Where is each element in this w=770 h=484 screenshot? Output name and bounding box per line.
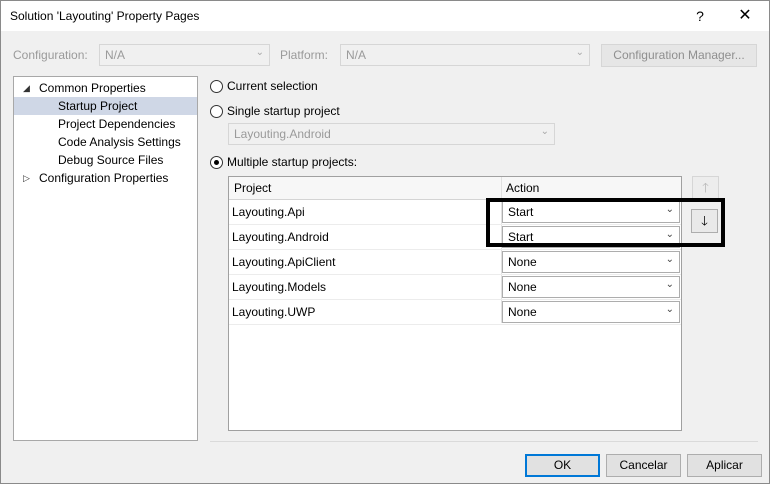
- action-select[interactable]: None ⌄: [502, 276, 680, 298]
- multiple-startup-radio[interactable]: [210, 156, 223, 169]
- expanded-arrow-icon[interactable]: ◢: [23, 79, 30, 97]
- tree-item-common-properties[interactable]: ◢ Common Properties: [14, 79, 197, 97]
- apply-button[interactable]: Aplicar: [687, 454, 762, 477]
- highlight-annotation-box: [486, 198, 725, 247]
- single-startup-value: Layouting.Android: [234, 127, 331, 141]
- action-select[interactable]: None ⌄: [502, 301, 680, 323]
- project-name: Layouting.ApiClient: [232, 255, 336, 269]
- category-tree: ◢ Common Properties Startup Project Proj…: [13, 76, 198, 441]
- column-header-project: Project: [234, 181, 272, 195]
- window-title: Solution 'Layouting' Property Pages: [10, 9, 200, 23]
- project-name: Layouting.Api: [232, 205, 305, 219]
- platform-label: Platform:: [280, 48, 329, 62]
- title-bar: Solution 'Layouting' Property Pages ? ✕: [1, 1, 769, 31]
- tree-item-debug-source-files[interactable]: Debug Source Files: [14, 151, 197, 169]
- action-value: None: [508, 280, 537, 294]
- help-icon[interactable]: ?: [686, 5, 714, 27]
- tree-item-label: Project Dependencies: [58, 117, 176, 131]
- configuration-value: N/A: [105, 48, 126, 62]
- tree-item-label: Debug Source Files: [58, 153, 164, 167]
- collapsed-arrow-icon[interactable]: ▷: [23, 169, 30, 187]
- configuration-label: Configuration:: [13, 48, 88, 62]
- move-up-button[interactable]: 🡑: [692, 176, 719, 200]
- chevron-down-icon: ⌄: [540, 126, 549, 137]
- footer-divider: [210, 441, 758, 442]
- single-startup-select[interactable]: Layouting.Android ⌄: [228, 123, 555, 145]
- column-header-action: Action: [506, 181, 540, 195]
- chevron-down-icon: ⌄: [665, 254, 674, 265]
- single-startup-radio[interactable]: [210, 105, 223, 118]
- chevron-down-icon: ⌄: [575, 47, 584, 58]
- close-icon[interactable]: ✕: [731, 5, 759, 27]
- chevron-down-icon: ⌄: [665, 304, 674, 315]
- tree-item-startup-project[interactable]: Startup Project: [14, 97, 197, 115]
- chevron-down-icon: ⌄: [255, 47, 264, 58]
- tree-item-label: Startup Project: [58, 99, 138, 113]
- tree-item-code-analysis-settings[interactable]: Code Analysis Settings: [14, 133, 197, 151]
- ok-button[interactable]: OK: [525, 454, 600, 477]
- cancel-button[interactable]: Cancelar: [606, 454, 681, 477]
- current-selection-radio[interactable]: [210, 80, 223, 93]
- single-startup-label[interactable]: Single startup project: [227, 104, 340, 118]
- tree-item-label: Configuration Properties: [39, 171, 169, 185]
- project-name: Layouting.Android: [232, 230, 329, 244]
- action-value: None: [508, 305, 537, 319]
- table-row: Layouting.Models None ⌄: [229, 275, 681, 300]
- table-row: Layouting.UWP None ⌄: [229, 300, 681, 325]
- tree-item-label: Common Properties: [39, 81, 146, 95]
- multiple-startup-label[interactable]: Multiple startup projects:: [227, 155, 357, 169]
- project-name: Layouting.Models: [232, 280, 327, 294]
- current-selection-label[interactable]: Current selection: [227, 79, 318, 93]
- grid-header: Project Action: [229, 177, 681, 200]
- chevron-down-icon: ⌄: [665, 279, 674, 290]
- action-value: None: [508, 255, 537, 269]
- platform-value: N/A: [346, 48, 367, 62]
- configuration-manager-button[interactable]: Configuration Manager...: [601, 44, 757, 67]
- tree-item-project-dependencies[interactable]: Project Dependencies: [14, 115, 197, 133]
- action-select[interactable]: None ⌄: [502, 251, 680, 273]
- property-pages-dialog: Solution 'Layouting' Property Pages ? ✕ …: [0, 0, 770, 484]
- tree-item-configuration-properties[interactable]: ▷ Configuration Properties: [14, 169, 197, 187]
- arrow-up-icon: 🡑: [702, 180, 709, 195]
- tree-item-label: Code Analysis Settings: [58, 135, 181, 149]
- platform-select[interactable]: N/A ⌄: [340, 44, 590, 66]
- configuration-select[interactable]: N/A ⌄: [99, 44, 270, 66]
- table-row: Layouting.ApiClient None ⌄: [229, 250, 681, 275]
- project-name: Layouting.UWP: [232, 305, 316, 319]
